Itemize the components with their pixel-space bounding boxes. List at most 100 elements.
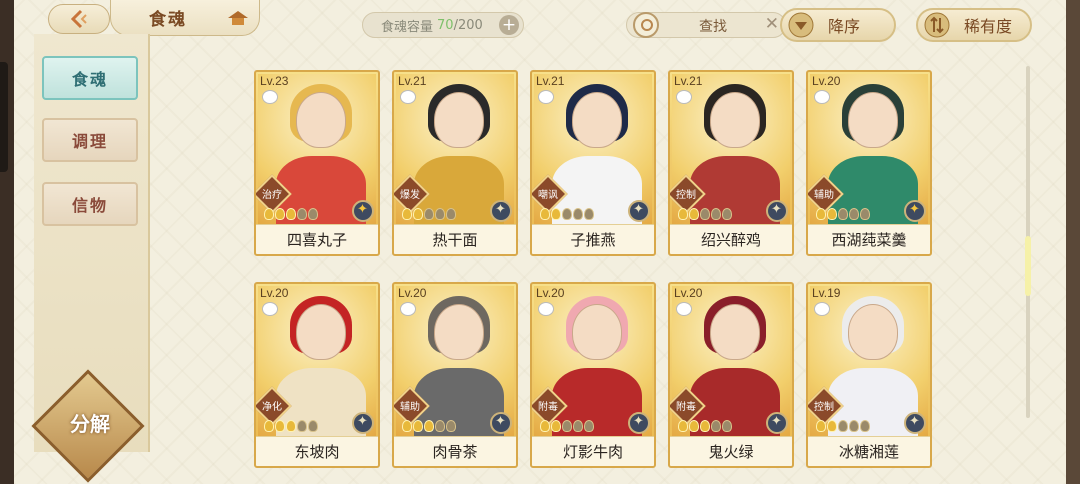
card-name: 四喜丸子 [256,224,378,254]
rarity-filter-label: 稀有度 [964,17,1013,36]
back-button[interactable] [48,4,110,34]
star-icon [308,420,318,432]
search-field[interactable]: 查找 ✕ [626,12,786,38]
element-icon [628,412,650,434]
lock-icon[interactable] [262,90,278,104]
star-rating [264,420,318,432]
star-icon [308,208,318,220]
card-level: Lv.20 [812,74,841,88]
card-name: 肉骨茶 [394,436,516,466]
card-level: Lv.20 [260,286,289,300]
food-soul-card[interactable]: Lv.20 净化 东坡肉 [254,282,380,468]
star-rating [540,208,594,220]
star-icon [275,208,285,220]
star-icon [827,208,837,220]
scrollbar-thumb[interactable] [1025,236,1031,296]
portrait-face [434,304,484,360]
capacity-max: /200 [453,17,483,33]
role-label: 辅助 [400,402,420,413]
lock-icon[interactable] [814,90,830,104]
star-icon [264,208,274,220]
tab-tokens[interactable]: 信物 [42,182,138,226]
food-soul-card[interactable]: Lv.20 辅助 西湖莼菜羹 [806,70,932,256]
star-rating [264,208,318,220]
star-icon [678,420,688,432]
star-icon [286,420,296,432]
star-icon [413,208,423,220]
star-rating [540,420,594,432]
tab-conditioning-label: 调理 [71,132,108,151]
element-icon [904,200,926,222]
tab-food-souls-label: 食魂 [71,70,108,89]
tab-conditioning[interactable]: 调理 [42,118,138,162]
role-label: 附毒 [676,402,696,413]
back-arrow-icon [70,9,87,29]
scrollbar[interactable] [1025,66,1031,418]
lock-icon[interactable] [676,90,692,104]
star-rating [678,420,732,432]
search-icon [633,12,659,38]
tab-food-souls[interactable]: 食魂 [42,56,138,100]
star-icon [562,420,572,432]
element-icon [490,412,512,434]
lock-icon[interactable] [400,302,416,316]
capacity-current: 70 [437,17,454,33]
sort-down-icon [788,12,814,38]
card-name: 西湖莼菜羹 [808,224,930,254]
card-level: Lv.20 [536,286,565,300]
element-icon [628,200,650,222]
card-name: 东坡肉 [256,436,378,466]
star-rating [402,420,456,432]
search-label: 查找 [699,19,727,35]
star-icon [275,420,285,432]
element-icon [904,412,926,434]
window-notch [0,62,8,172]
food-soul-card[interactable]: Lv.23 治疗 四喜丸子 [254,70,380,256]
role-label: 治疗 [262,190,282,201]
star-icon [711,208,721,220]
lock-icon[interactable] [814,302,830,316]
sort-order-label: 降序 [828,17,861,36]
role-label: 控制 [814,402,834,413]
sort-order-button[interactable]: 降序 [780,8,896,42]
portrait-face [434,92,484,148]
star-icon [700,208,710,220]
tab-tokens-label: 信物 [71,196,108,215]
portrait-face [710,304,760,360]
food-soul-card[interactable]: Lv.20 附毒 鬼火绿 [668,282,794,468]
lock-icon[interactable] [538,90,554,104]
star-icon [838,208,848,220]
food-soul-card[interactable]: Lv.21 嘲讽 子推燕 [530,70,656,256]
portrait-face [710,92,760,148]
role-label: 附毒 [538,402,558,413]
food-soul-card[interactable]: Lv.20 辅助 肉骨茶 [392,282,518,468]
lock-icon[interactable] [538,302,554,316]
food-soul-card[interactable]: Lv.20 附毒 灯影牛肉 [530,282,656,468]
window-left-edge [0,0,14,484]
card-level: Lv.19 [812,286,841,300]
food-soul-card[interactable]: Lv.21 爆发 热干面 [392,70,518,256]
star-icon [286,208,296,220]
lock-icon[interactable] [400,90,416,104]
card-level: Lv.20 [398,286,427,300]
star-icon [551,420,561,432]
clear-search-icon[interactable]: ✕ [765,14,779,34]
capacity-add-button[interactable]: + [499,15,519,35]
star-icon [849,208,859,220]
rarity-filter-button[interactable]: 稀有度 [916,8,1032,42]
lock-icon[interactable] [676,302,692,316]
star-icon [402,420,412,432]
food-soul-card[interactable]: Lv.21 控制 绍兴醉鸡 [668,70,794,256]
role-label: 爆发 [400,190,420,201]
star-icon [827,420,837,432]
star-icon [678,208,688,220]
role-label: 辅助 [814,190,834,201]
food-soul-card[interactable]: Lv.19 控制 冰糖湘莲 [806,282,932,468]
star-icon [816,420,826,432]
card-level: Lv.20 [674,286,703,300]
lock-icon[interactable] [262,302,278,316]
element-icon [352,200,374,222]
star-icon [584,420,594,432]
star-icon [711,420,721,432]
portrait-face [572,92,622,148]
